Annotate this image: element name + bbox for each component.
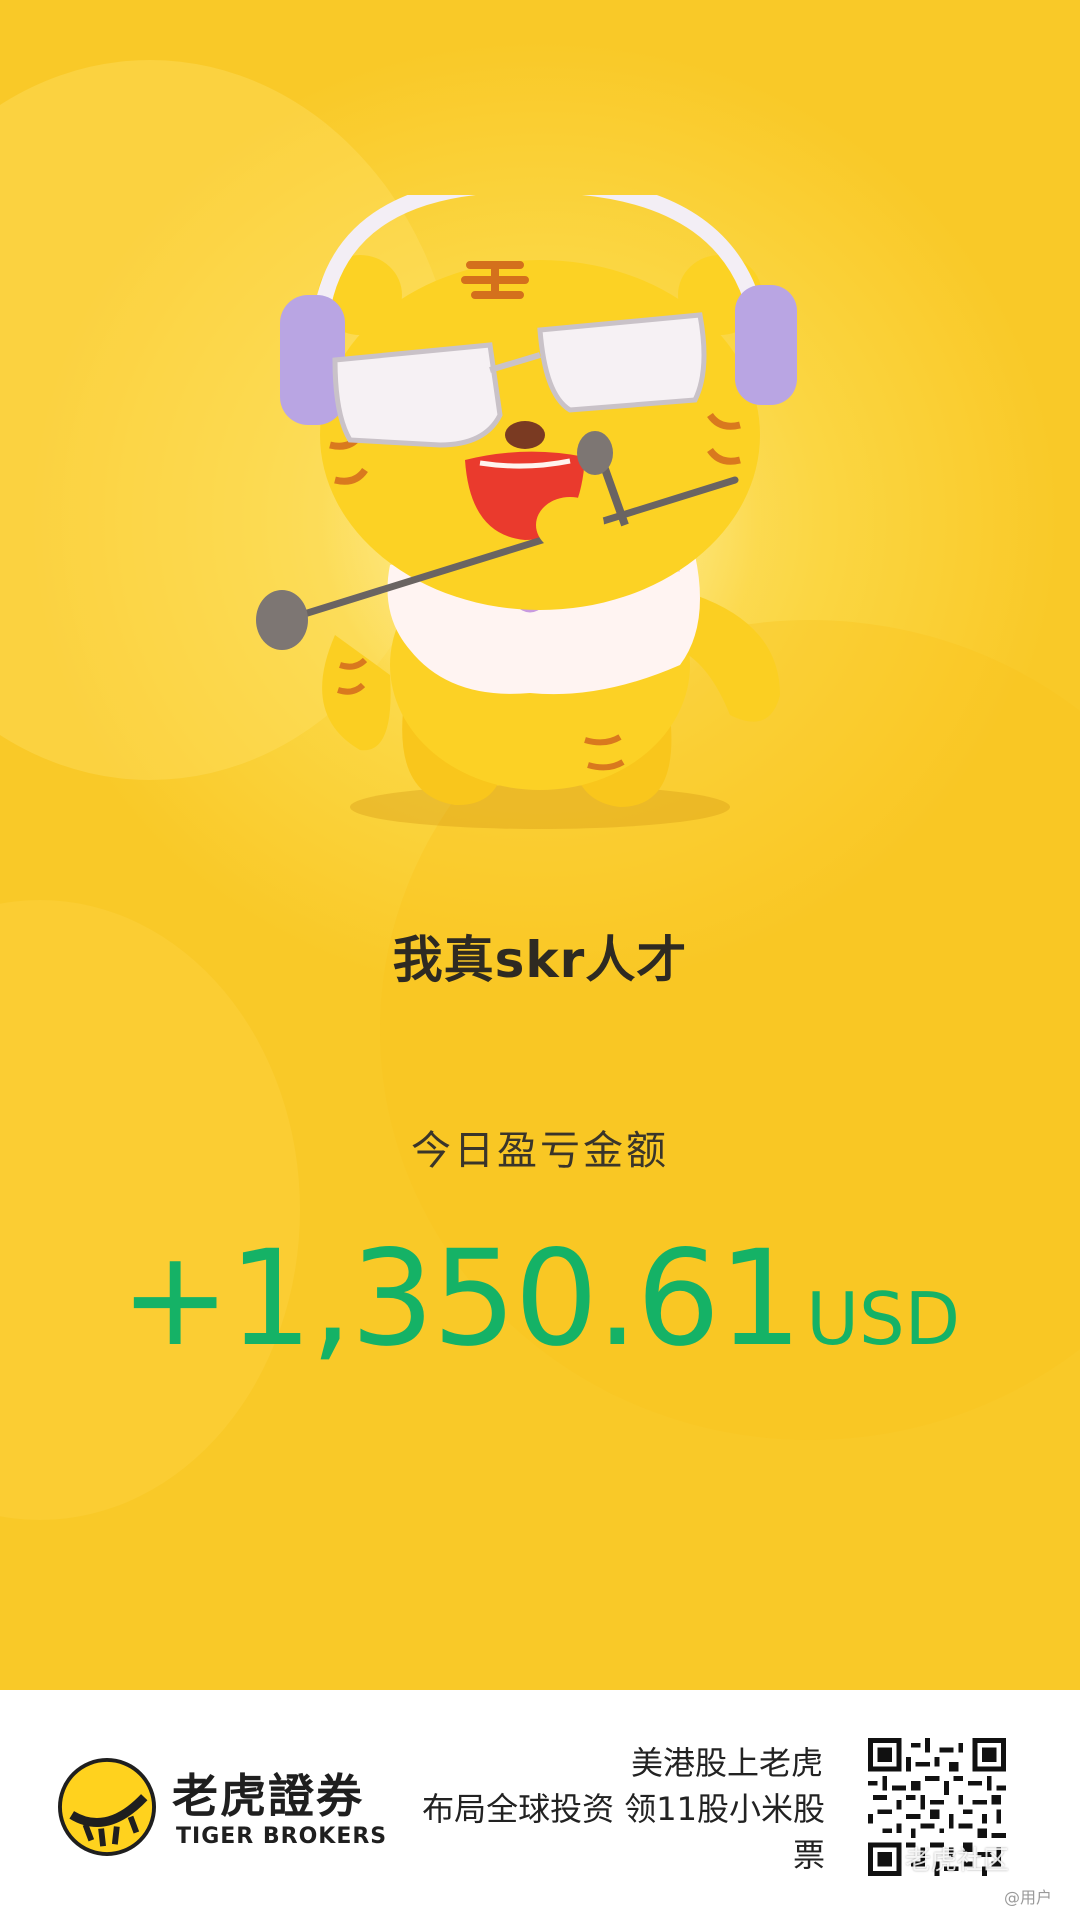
brand-name-cn: 老虎證券 xyxy=(172,1769,364,1823)
poster-background: 我真skr人才 今日盈亏金额 +1,350.61USD xyxy=(0,0,1080,1690)
user-watermark: @用户 xyxy=(1004,1888,1053,1907)
community-watermark: 老虎社区 xyxy=(905,1846,1010,1876)
slogan-line-2: 布局全球投资 领11股小米股 xyxy=(422,1790,825,1828)
slogan-line-3: 票 xyxy=(792,1836,825,1874)
achievement-title: 我真skr人才 xyxy=(392,931,688,989)
pnl-label: 今日盈亏金额 xyxy=(411,1128,669,1174)
pnl-value: +1,350.61 xyxy=(119,1222,802,1376)
footer-bar: 老虎證券 TIGER BROKERS 美港股上老虎 布局全球投资 领11股小米股… xyxy=(0,1690,1080,1920)
pnl-currency: USD xyxy=(806,1277,961,1361)
tiger-mascot-icon xyxy=(256,195,797,829)
brand-name-en: TIGER BROKERS xyxy=(176,1824,388,1849)
pnl-amount: +1,350.61USD xyxy=(0,1222,1080,1376)
slogan-line-1: 美港股上老虎 xyxy=(630,1744,823,1782)
tiger-brokers-logo-icon xyxy=(58,1758,156,1856)
promo-slogan: 美港股上老虎 布局全球投资 领11股小米股 票 xyxy=(375,1740,825,1878)
